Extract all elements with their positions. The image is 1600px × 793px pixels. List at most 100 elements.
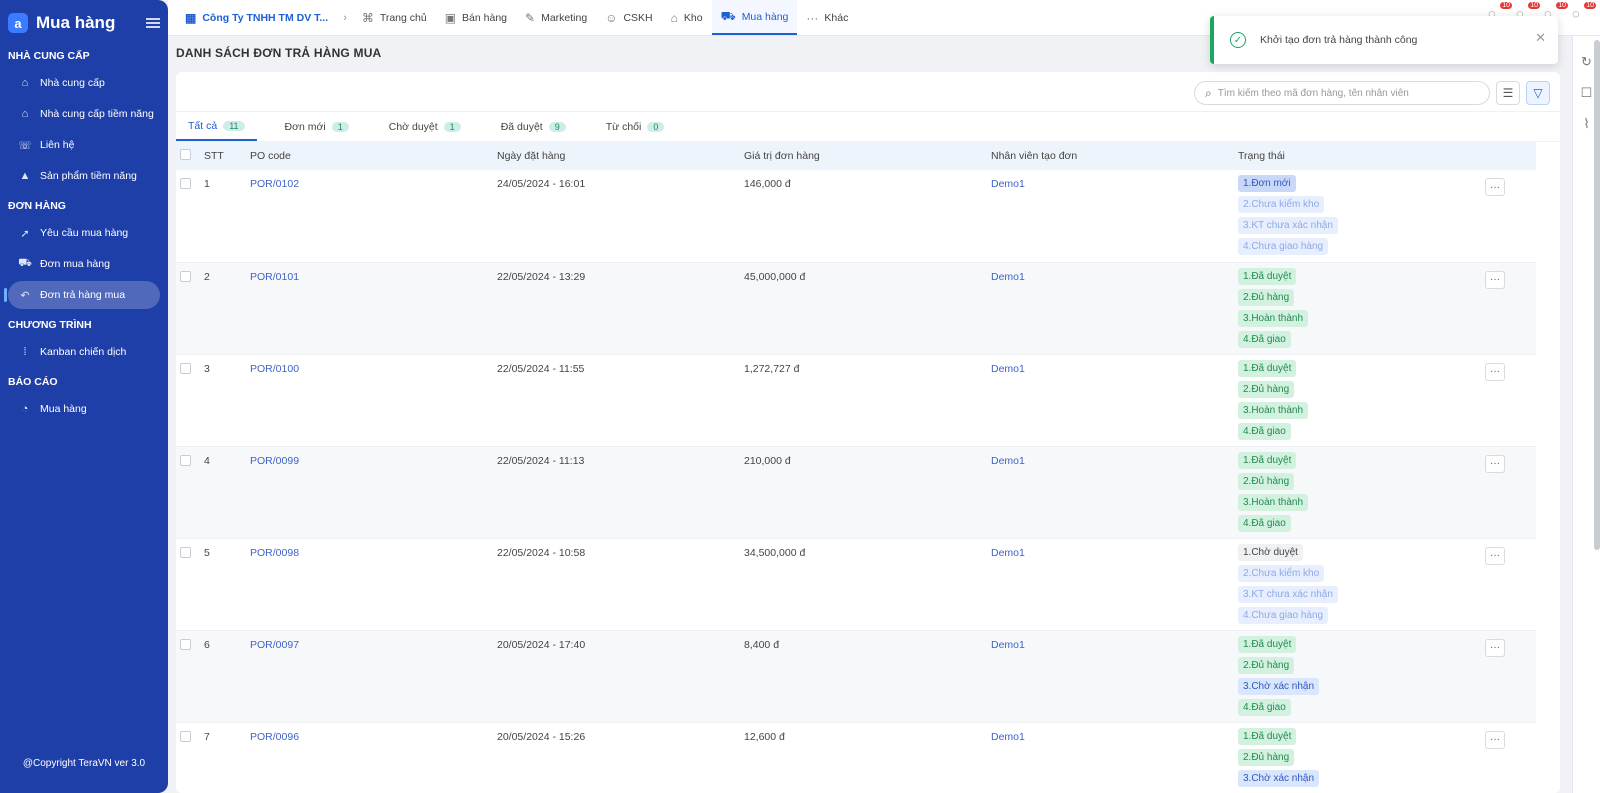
marketing-icon: ✎ bbox=[525, 10, 536, 25]
nav-tab[interactable]: ⌂ Kho bbox=[662, 0, 712, 35]
employee-link[interactable]: Demo1 bbox=[987, 262, 1234, 354]
nav-tab[interactable]: ⌘ Trang chủ bbox=[353, 0, 436, 35]
status-tab[interactable]: Chờ duyệt 1 bbox=[377, 112, 473, 141]
employee-link[interactable]: Demo1 bbox=[987, 354, 1234, 446]
sidebar-item[interactable]: ↶ Đơn trả hàng mua bbox=[4, 281, 160, 309]
row-checkbox[interactable] bbox=[180, 362, 191, 374]
table-row[interactable]: 3 POR/0100 22/05/2024 - 11:55 1,272,727 đ De… bbox=[176, 354, 1536, 446]
sidebar-item[interactable]: ⌂ Nhà cung cấp bbox=[8, 69, 160, 97]
status-badge: 1.Đã duyệt bbox=[1238, 451, 1297, 469]
row-actions-button[interactable]: ··· bbox=[1485, 546, 1505, 565]
row-actions-button[interactable]: ··· bbox=[1485, 362, 1505, 381]
status-tab[interactable]: Từ chối 0 bbox=[594, 112, 677, 141]
status-badge: 1.Đơn mới bbox=[1238, 175, 1296, 192]
filter-button[interactable]: ▽ bbox=[1526, 81, 1550, 105]
po-code-link[interactable]: POR/0101 bbox=[246, 262, 493, 354]
nav-tab[interactable]: ▣ Bán hàng bbox=[436, 0, 516, 35]
status-badge: 1.Chờ duyệt bbox=[1238, 543, 1303, 561]
page-scrollbar[interactable] bbox=[1594, 40, 1600, 550]
row-checkbox[interactable] bbox=[180, 270, 191, 282]
more-horizontal-icon: ··· bbox=[1490, 274, 1500, 285]
status-badge: 1.Đã duyệt bbox=[1238, 267, 1297, 285]
sidebar-item-label: Nhà cung cấp tiềm năng bbox=[40, 108, 154, 120]
row-checkbox[interactable] bbox=[180, 178, 191, 189]
order-value: 45,000,000 đ bbox=[744, 270, 806, 283]
sidebar-item[interactable]: ▲ Sản phẩm tiềm năng bbox=[8, 162, 160, 190]
attachment-icon[interactable]: ⌇ bbox=[1583, 116, 1589, 132]
sidebar-item[interactable]: ⛟ Đơn mua hàng bbox=[8, 250, 160, 278]
sidebar-item[interactable]: ⁞ Kanban chiến dịch bbox=[8, 338, 160, 366]
close-icon[interactable]: ✕ bbox=[1535, 30, 1546, 46]
row-actions-button[interactable]: ··· bbox=[1485, 638, 1505, 657]
more-horizontal-icon: ··· bbox=[1490, 642, 1500, 653]
table-row[interactable]: 7 POR/0096 20/05/2024 - 15:26 12,600 đ Demo1… bbox=[176, 722, 1536, 793]
status-tabs: Tất cả 11 Đơn mới 1 Chờ duyệt 1 Đã duyệt 9 Từ ch… bbox=[176, 112, 1560, 142]
search-input[interactable]: ⌕ Tìm kiếm theo mã đơn hàng, tên nhân vi… bbox=[1194, 81, 1490, 105]
header-employee: Nhân viên tạo đơn bbox=[991, 150, 1078, 162]
status-badge: 2.Chưa kiểm kho bbox=[1238, 196, 1325, 213]
sidebar-header: a Mua hàng bbox=[0, 0, 168, 46]
sidebar-item[interactable]: ◔ Mua hàng bbox=[8, 395, 160, 423]
po-code-link[interactable]: POR/0096 bbox=[246, 722, 493, 793]
nav-tab-label: Bán hàng bbox=[462, 11, 508, 24]
row-checkbox[interactable] bbox=[180, 730, 191, 742]
row-checkbox[interactable] bbox=[180, 546, 191, 558]
status-tab[interactable]: Tất cả 11 bbox=[176, 112, 257, 141]
employee-link[interactable]: Demo1 bbox=[987, 538, 1234, 630]
order-date: 22/05/2024 - 10:58 bbox=[497, 546, 586, 559]
list-card: ⌕ Tìm kiếm theo mã đơn hàng, tên nhân vi… bbox=[176, 72, 1560, 793]
chat-icon[interactable]: ☐ bbox=[1581, 85, 1593, 101]
status-badge: 3.Chờ xác nhận bbox=[1238, 769, 1320, 787]
select-all-checkbox[interactable] bbox=[180, 149, 191, 160]
employee-link[interactable]: Demo1 bbox=[987, 630, 1234, 722]
row-actions-button[interactable]: ··· bbox=[1485, 454, 1505, 473]
sidebar-item[interactable]: ➚ Yêu cầu mua hàng bbox=[8, 219, 160, 247]
row-actions-button[interactable]: ··· bbox=[1485, 178, 1505, 196]
table-row[interactable]: 1 POR/0102 24/05/2024 - 16:01 146,000 đ Demo… bbox=[176, 170, 1536, 262]
more-horizontal-icon: ··· bbox=[1490, 458, 1500, 469]
status-tab[interactable]: Đã duyệt 9 bbox=[489, 112, 578, 141]
order-date: 24/05/2024 - 16:01 bbox=[497, 178, 586, 190]
sidebar-menu: NHÀ CUNG CẤP ⌂ Nhà cung cấp ⌂ Nhà cung cấp t… bbox=[0, 46, 168, 423]
nav-tab[interactable]: ⛟ Mua hàng bbox=[711, 0, 798, 35]
column-settings-button[interactable]: ☰ bbox=[1496, 81, 1520, 105]
status-badge: 4.Đã giao bbox=[1238, 330, 1291, 348]
po-code-link[interactable]: POR/0100 bbox=[246, 354, 493, 446]
collapse-menu-icon[interactable] bbox=[146, 18, 160, 28]
table-row[interactable]: 6 POR/0097 20/05/2024 - 17:40 8,400 đ Demo1 1… bbox=[176, 630, 1536, 722]
notification-icon[interactable]: ◌ 10 bbox=[1572, 2, 1596, 24]
table-row[interactable]: 2 POR/0101 22/05/2024 - 13:29 45,000,000 đ D… bbox=[176, 262, 1536, 354]
order-date: 22/05/2024 - 13:29 bbox=[497, 270, 586, 283]
company-selector[interactable]: ▦ Công Ty TNHH TM DV T... bbox=[176, 0, 337, 35]
row-checkbox[interactable] bbox=[180, 638, 191, 650]
employee-link[interactable]: Demo1 bbox=[987, 446, 1234, 538]
po-code-link[interactable]: POR/0102 bbox=[246, 170, 493, 262]
row-stt: 7 bbox=[204, 730, 210, 743]
row-checkbox[interactable] bbox=[180, 454, 191, 466]
sidebar-item[interactable]: ⌂ Nhà cung cấp tiềm năng bbox=[8, 100, 160, 128]
table-row[interactable]: 5 POR/0098 22/05/2024 - 10:58 34,500,000 đ D… bbox=[176, 538, 1536, 630]
sidebar-item[interactable]: ☏ Liên hệ bbox=[8, 131, 160, 159]
po-code-link[interactable]: POR/0099 bbox=[246, 446, 493, 538]
nav-tab[interactable]: ☺ CSKH bbox=[596, 0, 661, 35]
store-icon: ▦ bbox=[185, 10, 197, 25]
employee-link[interactable]: Demo1 bbox=[987, 722, 1234, 793]
po-code-link[interactable]: POR/0097 bbox=[246, 630, 493, 722]
nav-tab[interactable]: ··· Khác bbox=[797, 0, 857, 35]
nav-tab-label: Trang chủ bbox=[379, 11, 427, 24]
row-actions-button[interactable]: ··· bbox=[1485, 270, 1505, 289]
status-tab[interactable]: Đơn mới 1 bbox=[273, 112, 361, 141]
nav-tab[interactable]: ✎ Marketing bbox=[516, 0, 596, 35]
row-actions-button[interactable]: ··· bbox=[1485, 730, 1505, 749]
table-row[interactable]: 4 POR/0099 22/05/2024 - 11:13 210,000 đ Demo… bbox=[176, 446, 1536, 538]
employee-link[interactable]: Demo1 bbox=[987, 170, 1234, 262]
notification-count: 10 bbox=[1556, 2, 1568, 9]
tab-count-badge: 9 bbox=[548, 121, 566, 132]
status-badge: 1.Đã duyệt bbox=[1238, 359, 1297, 377]
po-code-link[interactable]: POR/0098 bbox=[246, 538, 493, 630]
history-icon[interactable]: ↻ bbox=[1581, 54, 1592, 70]
tab-count-badge: 1 bbox=[443, 121, 461, 132]
sidebar-section-title: BÁO CÁO bbox=[8, 376, 58, 388]
notification-count: 10 bbox=[1584, 2, 1596, 9]
nav-tab-label: CSKH bbox=[623, 11, 653, 24]
